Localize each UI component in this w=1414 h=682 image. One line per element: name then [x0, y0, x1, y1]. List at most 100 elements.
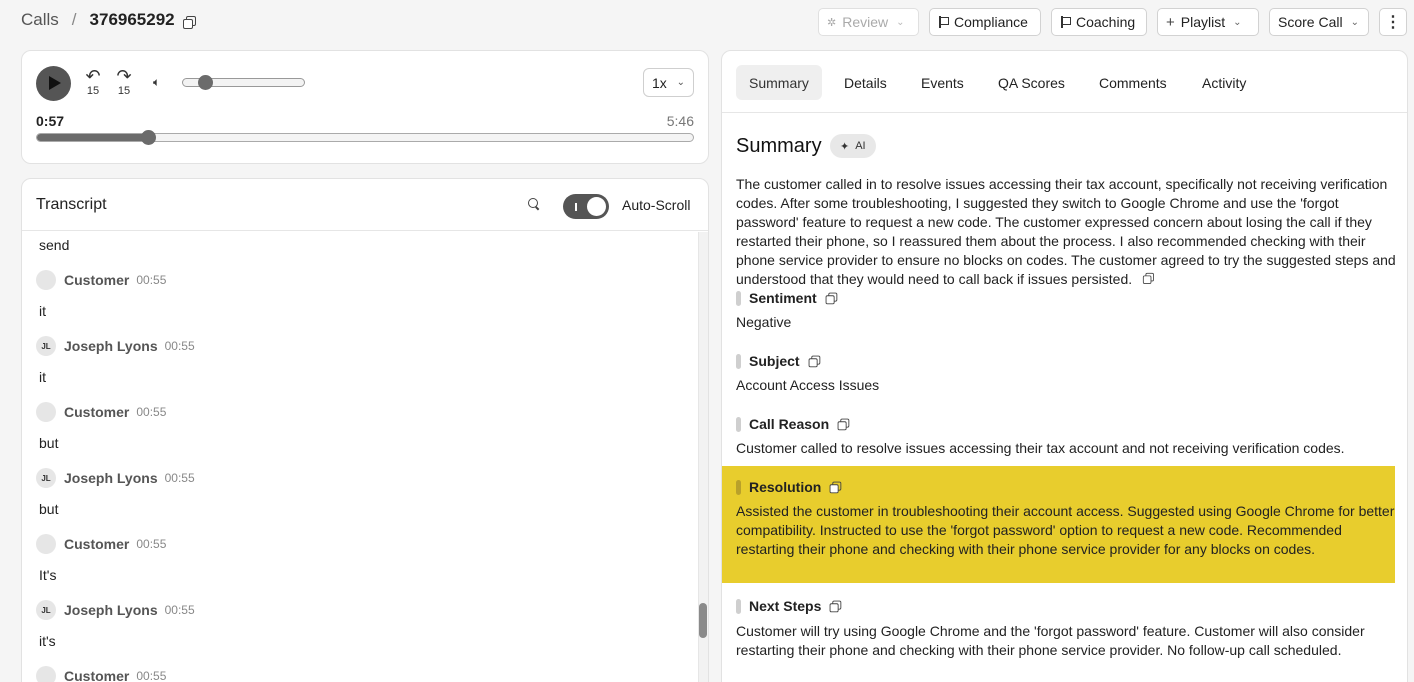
resolution-heading: Resolution	[736, 479, 842, 495]
copy-icon[interactable]	[825, 292, 837, 305]
avatar	[36, 270, 56, 290]
speaker-name: Customer	[64, 668, 130, 682]
transcript-panel: Transcript Auto-Scroll send Customer 00:55…	[21, 178, 709, 682]
avatar: JL	[36, 600, 56, 620]
seek-bar-progress	[37, 134, 149, 141]
avatar	[36, 666, 56, 682]
copy-icon[interactable]	[837, 418, 850, 431]
ai-badge: ✦ AI	[830, 134, 876, 158]
skip-forward-label: 15	[117, 85, 131, 97]
copy-icon[interactable]	[182, 13, 197, 29]
copy-icon[interactable]	[1142, 272, 1154, 284]
search-icon[interactable]	[528, 198, 540, 210]
review-button[interactable]: ✲ Review ⌄	[818, 8, 919, 36]
auto-scroll-toggle[interactable]	[563, 194, 609, 219]
score-call-label: Score Call	[1278, 14, 1343, 30]
summary-title: Summary	[736, 135, 822, 157]
speaker-name: Customer	[64, 404, 130, 420]
more-options-icon[interactable]: ⋮	[1379, 8, 1407, 36]
chevron-down-icon: ⌄	[1233, 16, 1242, 28]
transcript-message: it	[39, 369, 46, 385]
transcript-speaker: Customer 00:55	[36, 666, 166, 682]
coaching-button[interactable]: Coaching	[1051, 8, 1147, 36]
transcript-header: Transcript Auto-Scroll	[22, 179, 708, 231]
rewind-icon: ↶	[85, 66, 101, 86]
flag-icon	[938, 16, 949, 28]
transcript-speaker: JL Joseph Lyons 00:55	[36, 336, 195, 356]
breadcrumb: Calls / 376965292	[21, 10, 197, 30]
tab-activity[interactable]: Activity	[1189, 65, 1259, 100]
transcript-message: It's	[39, 567, 57, 583]
subject-heading: Subject	[736, 353, 820, 369]
chevron-down-icon: ⌄	[896, 16, 905, 28]
call-details-panel: Summary Details Events QA Scores Comment…	[721, 50, 1408, 682]
tab-details[interactable]: Details	[831, 65, 900, 100]
message-timestamp[interactable]: 00:55	[165, 471, 195, 485]
speaker-name: Customer	[64, 536, 130, 552]
avatar	[36, 534, 56, 554]
speed-value: 1x	[652, 74, 667, 91]
skip-forward-button[interactable]: ↷ 15	[113, 67, 135, 97]
current-time: 0:57	[36, 113, 65, 129]
review-label: Review	[842, 14, 889, 30]
message-timestamp[interactable]: 00:55	[136, 537, 166, 551]
tab-qa-scores[interactable]: QA Scores	[985, 65, 1078, 100]
playlist-label: Playlist	[1180, 14, 1226, 30]
review-icon: ✲	[827, 16, 837, 29]
volume-icon[interactable]: 🔈︎	[153, 75, 160, 90]
avatar: JL	[36, 336, 56, 356]
transcript-title: Transcript	[36, 196, 107, 213]
volume-slider-handle[interactable]	[198, 75, 213, 90]
tab-comments[interactable]: Comments	[1086, 65, 1180, 100]
compliance-button[interactable]: Compliance	[929, 8, 1041, 36]
sentiment-value: Negative	[736, 314, 792, 330]
play-button[interactable]	[36, 66, 71, 101]
message-timestamp[interactable]: 00:55	[136, 669, 166, 682]
playback-speed-select[interactable]: 1x ⌄	[643, 68, 694, 97]
message-timestamp[interactable]: 00:55	[136, 405, 166, 419]
page-header: Calls / 376965292 ✲ Review ⌄ Compliance …	[0, 0, 1414, 44]
sentiment-heading: Sentiment	[736, 290, 837, 306]
resolution-value: Assisted the customer in troubleshooting…	[736, 503, 1395, 557]
playlist-button[interactable]: + Playlist ⌄	[1157, 8, 1259, 36]
avatar: JL	[36, 468, 56, 488]
transcript-speaker: JL Joseph Lyons 00:55	[36, 468, 195, 488]
summary-text: The customer called in to resolve issues…	[736, 175, 1396, 289]
score-call-button[interactable]: Score Call ⌄	[1269, 8, 1369, 36]
summary-body: The customer called in to resolve issues…	[736, 176, 1396, 287]
breadcrumb-separator: /	[71, 10, 77, 29]
message-timestamp[interactable]: 00:55	[136, 273, 166, 287]
seek-bar-handle[interactable]	[140, 130, 156, 145]
transcript-message: it	[39, 303, 46, 319]
transcript-speaker: Customer 00:55	[36, 270, 166, 290]
copy-icon[interactable]	[829, 600, 842, 613]
transcript-message: send	[39, 237, 70, 253]
message-timestamp[interactable]: 00:55	[165, 603, 195, 617]
copy-icon[interactable]	[808, 355, 820, 368]
seek-bar[interactable]	[36, 133, 694, 142]
total-time: 5:46	[666, 113, 694, 129]
resolution-label: Resolution	[749, 479, 822, 495]
call-id: 376965292	[89, 10, 175, 29]
message-timestamp[interactable]: 00:55	[165, 339, 195, 353]
tab-summary[interactable]: Summary	[736, 65, 822, 100]
tab-bar: Summary Details Events QA Scores Comment…	[722, 51, 1407, 113]
coaching-label: Coaching	[1076, 14, 1136, 30]
breadcrumb-calls-link[interactable]: Calls	[21, 10, 59, 30]
call-reason-value: Customer called to resolve issues access…	[736, 440, 1345, 456]
next-steps-label: Next Steps	[749, 598, 822, 614]
transcript-message: it's	[39, 633, 56, 649]
transcript-message: but	[39, 501, 59, 517]
speaker-name: Joseph Lyons	[64, 338, 158, 354]
copy-icon[interactable]	[829, 481, 842, 494]
plus-icon: +	[1166, 13, 1175, 31]
tab-events[interactable]: Events	[908, 65, 977, 100]
subject-label: Subject	[749, 353, 800, 369]
speaker-name: Customer	[64, 272, 130, 288]
auto-scroll-label: Auto-Scroll	[622, 197, 691, 213]
skip-back-button[interactable]: ↶ 15	[82, 67, 104, 97]
transcript-scrollbar-thumb[interactable]	[699, 603, 707, 638]
transcript-speaker: Customer 00:55	[36, 534, 166, 554]
sparkle-icon: ✦	[840, 140, 850, 153]
chevron-down-icon: ⌄	[1350, 16, 1359, 28]
